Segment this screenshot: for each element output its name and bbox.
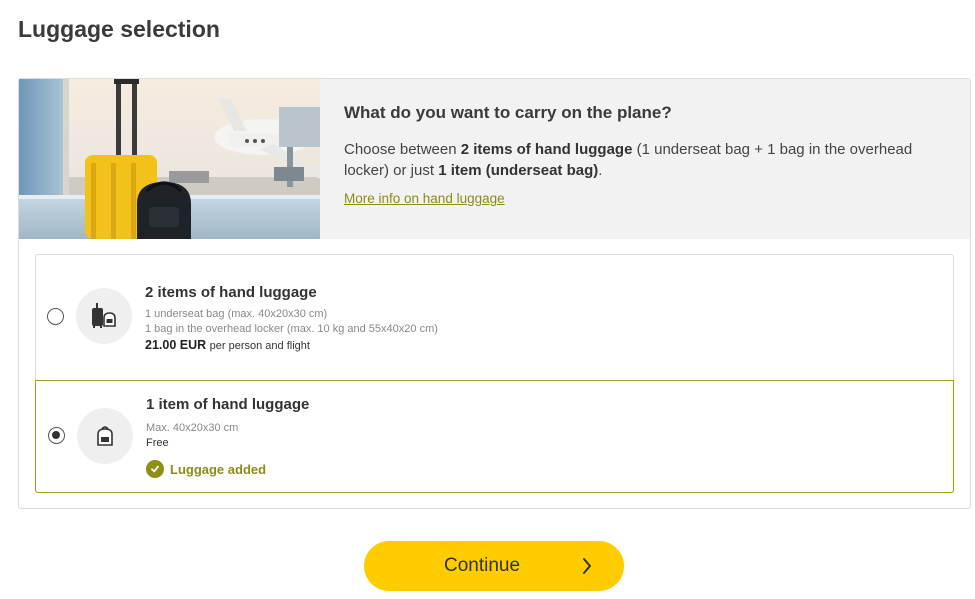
price-amount: 21.00 EUR (145, 338, 207, 352)
continue-button[interactable]: Continue (364, 541, 624, 591)
more-info-link[interactable]: More info on hand luggage (344, 191, 505, 206)
banner-text: What do you want to carry on the plane? … (344, 103, 954, 208)
info-banner: What do you want to carry on the plane? … (19, 79, 970, 239)
desc-bold-two-items: 2 items of hand luggage (460, 141, 633, 158)
option-price: Free (146, 437, 169, 449)
luggage-options: 2 items of hand luggage 1 underseat bag … (35, 254, 954, 493)
luggage-added-label: Luggage added (170, 461, 267, 477)
desc-text: Choose between (344, 141, 461, 158)
option-detail: 1 underseat bag (max. 40x20x30 cm) (145, 308, 328, 320)
check-icon (146, 460, 164, 478)
banner-description: Choose between 2 items of hand luggage (… (344, 139, 954, 181)
option-title: 2 items of hand luggage (145, 284, 317, 301)
luggage-card: What do you want to carry on the plane? … (18, 78, 971, 509)
continue-label: Continue (443, 555, 521, 576)
desc-bold-one-item: 1 item (underseat bag) (438, 162, 599, 179)
option-price: 21.00 EUR per person and flight (145, 338, 438, 352)
price-suffix: per person and flight (209, 340, 310, 352)
option-title: 1 item of hand luggage (146, 396, 310, 413)
option-two-items-details: 2 items of hand luggage 1 underseat bag … (145, 284, 438, 352)
option-one-item-details: 1 item of hand luggage Max. 40x20x30 cm … (146, 396, 309, 478)
page-title: Luggage selection (18, 16, 220, 42)
option-detail: Max. 40x20x30 cm (146, 422, 239, 434)
luggage-added-status: Luggage added (146, 460, 309, 478)
backpack-icon (77, 408, 133, 464)
option-detail: 1 bag in the overhead locker (max. 10 kg… (145, 323, 438, 335)
option-two-items-radio[interactable] (47, 308, 64, 325)
option-one-item-radio[interactable] (48, 427, 65, 444)
banner-heading: What do you want to carry on the plane? (344, 103, 672, 122)
chevron-right-icon (583, 558, 591, 574)
option-one-item[interactable]: 1 item of hand luggage Max. 40x20x30 cm … (35, 380, 954, 493)
airport-luggage-photo (19, 79, 320, 239)
suitcase-and-backpack-icon (76, 288, 132, 344)
option-two-items[interactable]: 2 items of hand luggage 1 underseat bag … (35, 254, 954, 380)
desc-text: . (598, 162, 603, 179)
